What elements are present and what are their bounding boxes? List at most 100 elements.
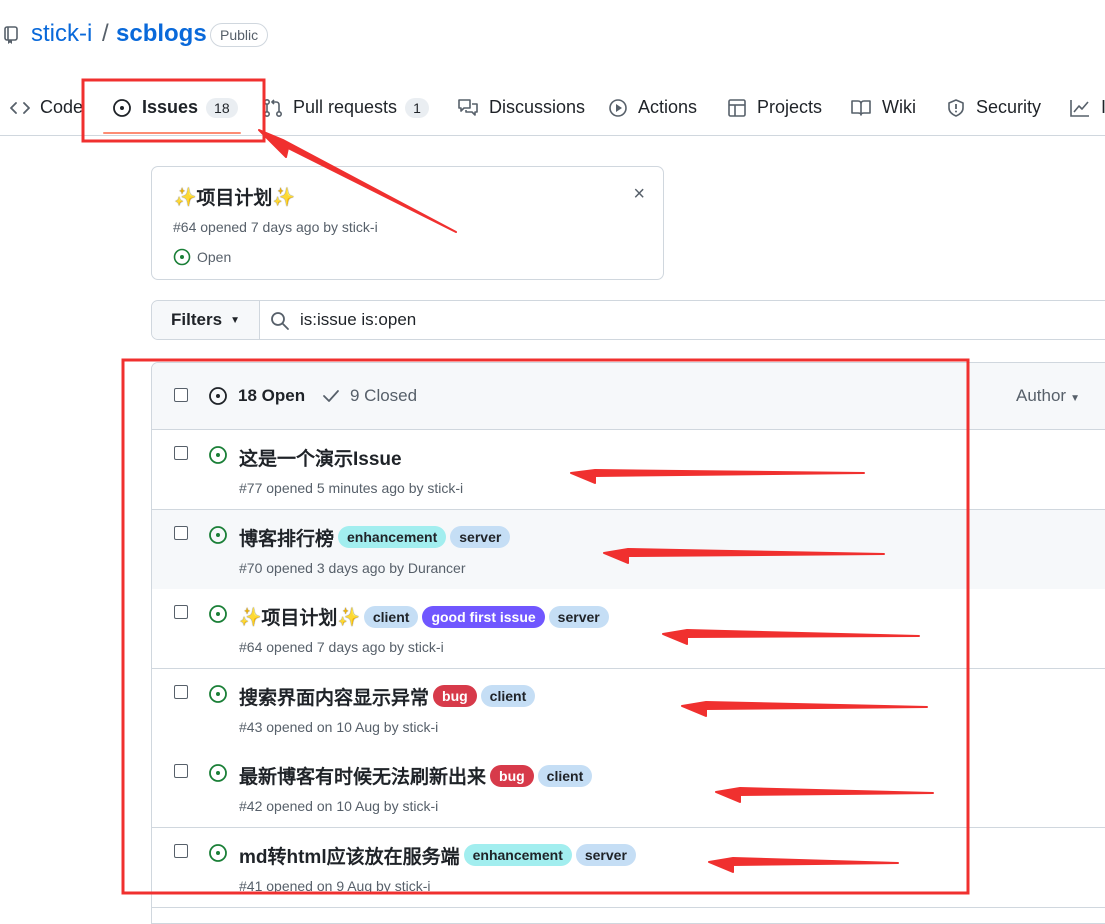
tab-label: Wiki: [882, 97, 916, 117]
repo-icon: [4, 26, 18, 44]
sparkles-icon: ✨: [174, 186, 197, 207]
tab-code[interactable]: Code: [10, 80, 83, 135]
issue-label[interactable]: client: [537, 764, 593, 787]
issue-title-link[interactable]: 最新博客有时候无法刷新出来: [239, 762, 486, 789]
tab-label: Actions: [638, 97, 698, 117]
issue-opened-icon: [209, 387, 227, 405]
tab-issues[interactable]: Issues 18: [112, 80, 238, 135]
sparkles-icon: ✨: [272, 186, 295, 207]
repo-owner-link[interactable]: stick-i: [31, 20, 92, 48]
issues-list-header: 18 Open 9 Closed Author ▼: [152, 363, 1105, 430]
issue-title-link[interactable]: 博客排行榜: [239, 524, 334, 551]
issue-title-line: 搜索界面内容显示异常 bug client: [239, 683, 536, 710]
filters-button-label: Filters: [171, 310, 223, 329]
author-filter-dropdown[interactable]: Author ▼: [1016, 386, 1080, 406]
open-issues-toggle[interactable]: 18 Open: [208, 386, 305, 406]
issue-filter-bar: Filters ▼: [151, 300, 1105, 340]
issue-label[interactable]: server: [450, 526, 511, 548]
repo-nav-tabs: Code Issues 18 Pull requests 1 Discussio…: [0, 80, 1105, 136]
issues-count-badge: 18: [206, 97, 238, 118]
issue-title-link[interactable]: 搜索界面内容显示异常: [239, 683, 429, 710]
issue-row[interactable]: 最新博客有时候无法刷新出来 bug client #42 opened on 10 A…: [152, 748, 1105, 828]
issue-opened-icon: [209, 843, 227, 862]
issue-meta: #41 opened on 9 Aug by stick-i: [239, 877, 431, 894]
sparkles-icon: ✨: [337, 606, 360, 627]
issue-row[interactable]: 博客排行榜 enhancement server #70 opened 3 days …: [152, 509, 1105, 590]
issue-search-input[interactable]: [300, 301, 1090, 339]
issue-label[interactable]: bug: [490, 764, 534, 787]
issues-list: 18 Open 9 Closed Author ▼ 这是一个演示Issue #77 …: [151, 362, 1105, 924]
issue-title-line: ✨ 项目计划 ✨ client good first issue server: [239, 603, 609, 630]
issue-row[interactable]: ✨ 项目计划 ✨ client good first issue server #64 op…: [152, 589, 1105, 669]
issue-row[interactable]: 这是一个演示Issue #77 opened 5 minutes ago by s…: [152, 430, 1105, 510]
open-count-label: 18 Open: [238, 386, 306, 405]
tab-pull-requests[interactable]: Pull requests 1: [263, 80, 429, 135]
repo-header: stick-i / scblogs Public: [0, 0, 1105, 70]
issue-meta: #77 opened 5 minutes ago by stick-i: [239, 480, 464, 496]
pinned-issue-title-line[interactable]: ✨ 项目计划 ✨: [174, 183, 295, 210]
tab-security[interactable]: Security: [946, 80, 1041, 135]
issue-row[interactable]: md转html应该放在服务端 enhancement server #41 opene…: [152, 827, 1105, 908]
issue-opened-icon: [209, 605, 227, 623]
tab-discussions[interactable]: Discussions: [457, 80, 585, 135]
tab-label: I: [1101, 97, 1105, 117]
issue-opened-icon: [209, 764, 227, 782]
tab-insights[interactable]: I: [1069, 80, 1105, 135]
caret-down-icon: ▼: [230, 314, 240, 326]
issue-label[interactable]: bug: [433, 685, 477, 707]
issue-title-link[interactable]: 项目计划: [261, 603, 337, 630]
tab-projects[interactable]: Projects: [727, 80, 822, 135]
issue-meta: #42 opened on 10 Aug by stick-i: [239, 798, 439, 814]
shield-icon: [948, 98, 964, 117]
graph-icon: [1070, 99, 1089, 117]
repo-name-link[interactable]: scblogs: [116, 20, 207, 48]
pinned-issue-title[interactable]: 项目计划: [196, 183, 272, 210]
issue-meta: #64 opened 7 days ago by stick-i: [239, 639, 444, 655]
issue-select-checkbox[interactable]: [174, 684, 188, 699]
issue-select-checkbox[interactable]: [174, 446, 188, 460]
issue-label[interactable]: enhancement: [463, 844, 572, 866]
unpin-close-icon[interactable]: ×: [633, 184, 645, 204]
issue-opened-icon: [209, 684, 227, 703]
pinned-issue-state-label: Open: [197, 249, 232, 265]
closed-count-label: 9 Closed: [350, 386, 418, 405]
tab-label: Security: [976, 97, 1042, 117]
visibility-badge: Public: [210, 23, 269, 47]
issue-row[interactable]: 搜索界面内容显示异常 bug client #43 opened on 10 Aug …: [152, 668, 1105, 749]
select-all-checkbox[interactable]: [174, 388, 188, 402]
issue-select-checkbox[interactable]: [174, 605, 188, 619]
caret-down-icon: ▼: [1070, 393, 1080, 404]
issue-select-checkbox[interactable]: [174, 764, 188, 778]
tab-label: Issues: [142, 97, 199, 117]
issue-meta: #43 opened on 10 Aug by stick-i: [239, 718, 439, 735]
issue-label[interactable]: good first issue: [422, 605, 545, 628]
issue-label[interactable]: client: [363, 605, 419, 628]
issue-title-line: 博客排行榜 enhancement server: [239, 524, 511, 551]
tab-wiki[interactable]: Wiki: [850, 80, 916, 135]
comment-discussion-icon: [458, 98, 478, 116]
closed-issues-toggle[interactable]: 9 Closed: [322, 386, 417, 406]
issue-title-line: 最新博客有时候无法刷新出来 bug client: [239, 762, 593, 789]
issue-label[interactable]: client: [480, 685, 536, 707]
pinned-issue-card[interactable]: ✨ 项目计划 ✨ #64 opened 7 days ago by stick-…: [151, 166, 664, 280]
issue-select-checkbox[interactable]: [174, 525, 188, 540]
pinned-issue-state: Open: [173, 248, 231, 266]
issue-label[interactable]: server: [575, 844, 636, 866]
search-icon: [271, 312, 289, 330]
issue-opened-icon: [113, 98, 131, 117]
filters-dropdown-button[interactable]: Filters ▼: [152, 301, 260, 339]
issue-title-link[interactable]: md转html应该放在服务端: [239, 842, 460, 869]
issue-meta: #70 opened 3 days ago by Durancer: [239, 559, 466, 576]
selected-tab-underline: [103, 132, 241, 134]
issue-select-checkbox[interactable]: [174, 843, 188, 858]
tab-actions[interactable]: Actions: [608, 80, 697, 135]
issue-title-line: 这是一个演示Issue: [239, 444, 402, 471]
issue-label[interactable]: server: [548, 605, 609, 628]
play-icon: [609, 98, 627, 117]
issue-opened-icon: [209, 525, 227, 544]
author-filter-label: Author: [1016, 386, 1067, 405]
issue-title-link[interactable]: 这是一个演示Issue: [239, 444, 402, 471]
issue-label[interactable]: enhancement: [338, 526, 447, 548]
issue-opened-icon: [173, 248, 191, 266]
book-icon: [851, 99, 871, 116]
